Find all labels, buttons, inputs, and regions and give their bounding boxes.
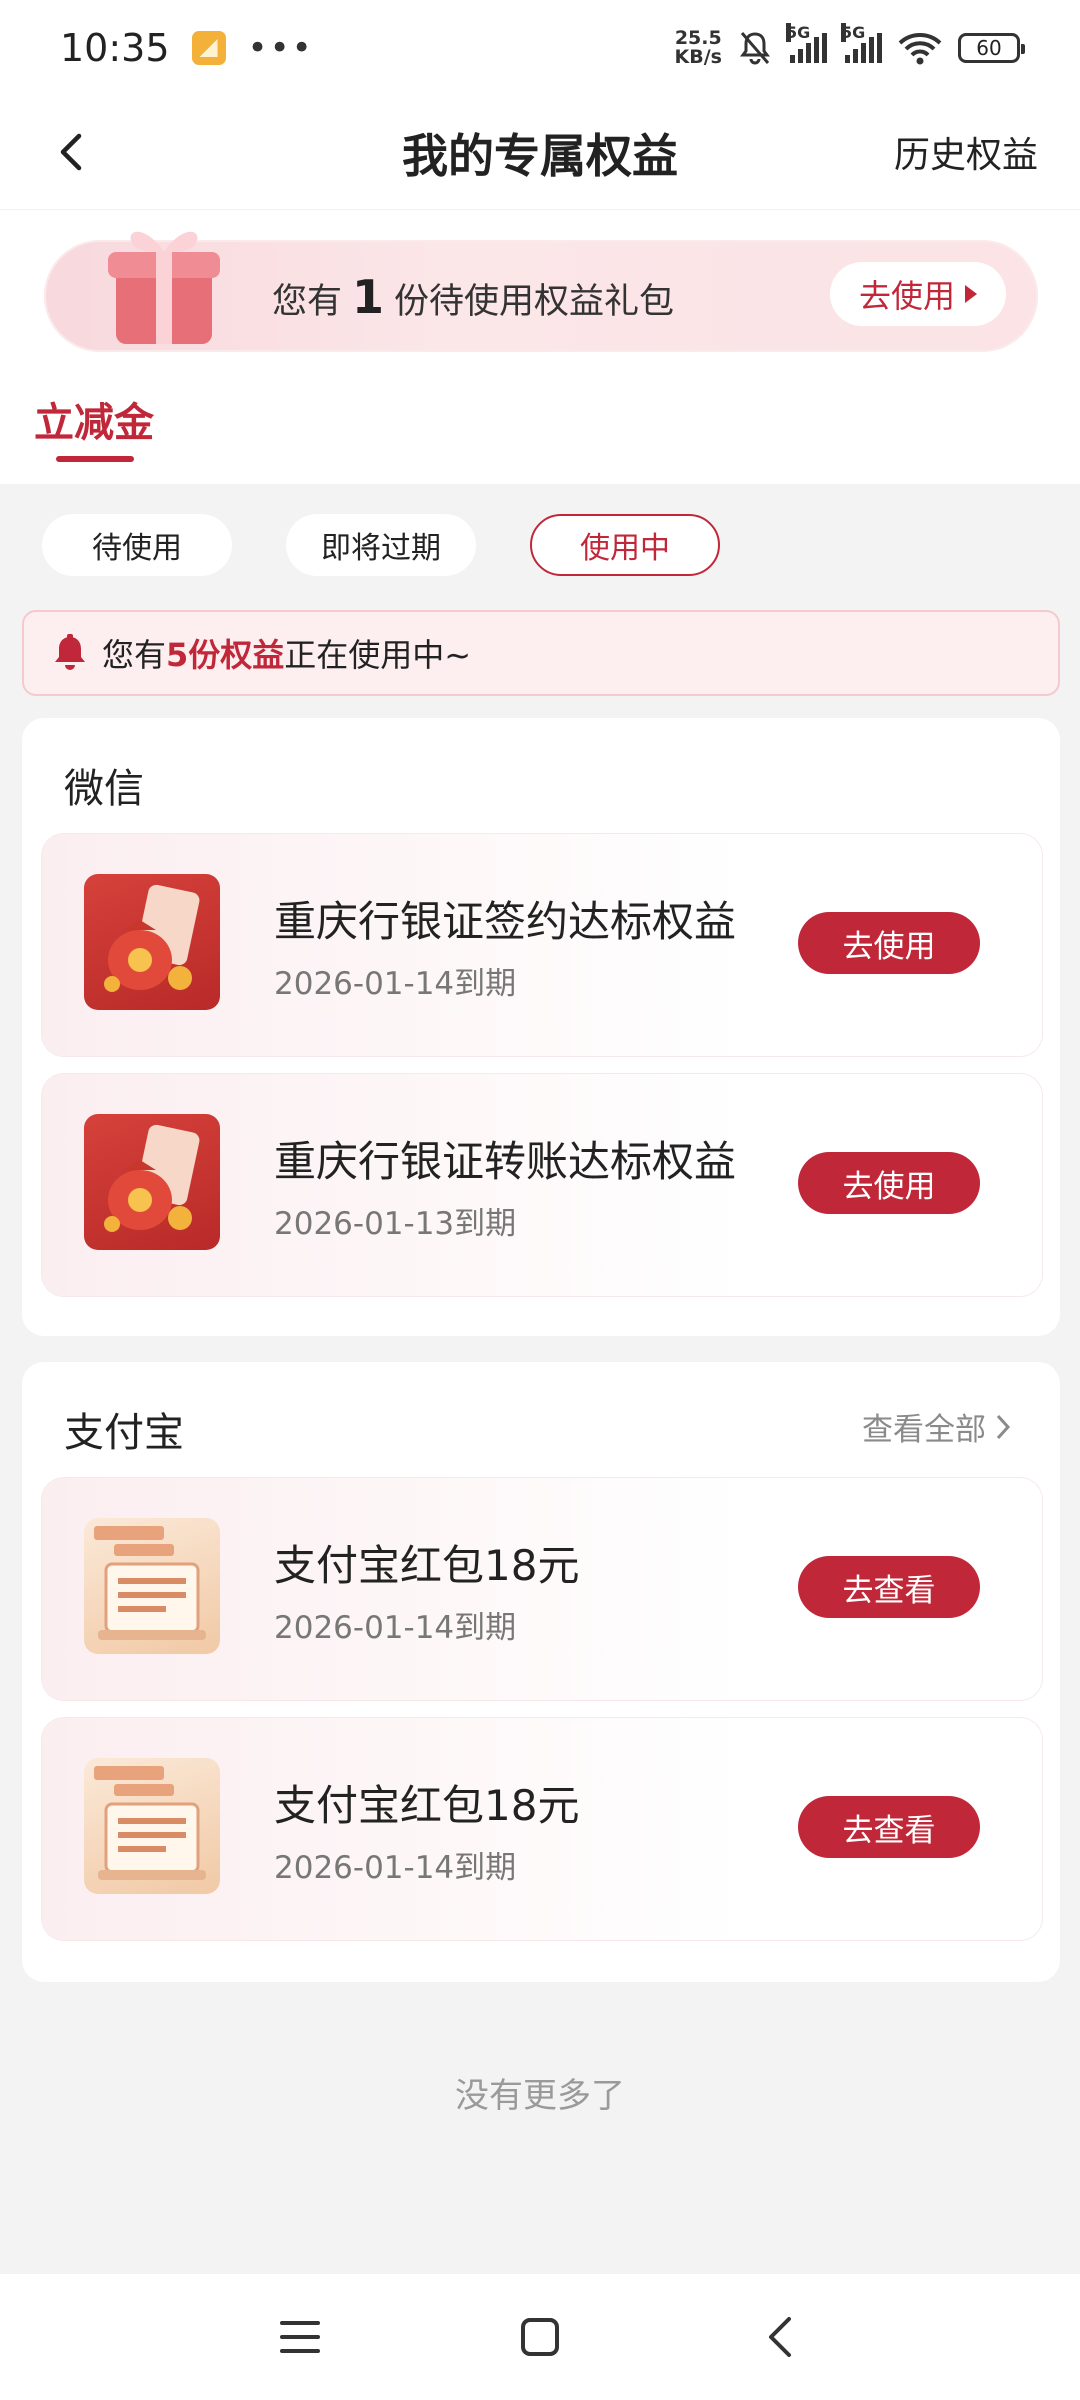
battery-icon: 60	[958, 33, 1025, 63]
benefit-thumbnail	[84, 1518, 220, 1654]
network-speed: 25.5 KB/s	[675, 29, 722, 67]
filter-pending[interactable]: 待使用	[42, 514, 232, 576]
benefit-expiry: 2026-01-14到期	[274, 1610, 517, 1646]
signal-network-label: 5G	[841, 23, 866, 42]
signal-strength-icon: 5G	[786, 23, 827, 63]
alipay-section: 支付宝 查看全部 支付宝红包18元 2026-01-14到期 去查看 支付宝红包…	[22, 1362, 1060, 1982]
page-title: 我的专属权益	[402, 128, 678, 183]
view-all-label: 查看全部	[862, 1412, 986, 1448]
money-bag-icon	[104, 884, 200, 992]
benefit-title: 重庆行银证转账达标权益	[274, 1137, 737, 1186]
view-all-link[interactable]: 查看全部	[862, 1404, 1012, 1449]
chevron-right-icon	[996, 1414, 1011, 1439]
mute-bell-icon	[740, 32, 770, 65]
gift-pack-count: 1	[352, 270, 385, 324]
notification-app-icon	[191, 31, 226, 65]
filter-in-use[interactable]: 使用中	[530, 514, 720, 576]
notice-prefix: 您有	[102, 636, 167, 674]
history-benefits-link[interactable]: 历史权益	[894, 126, 1038, 178]
section-title: 微信	[64, 766, 144, 812]
gift-pack-banner[interactable]: 您有 1 份待使用权益礼包 去使用	[44, 231, 1038, 352]
status-filter-chips: 待使用 即将过期 使用中	[42, 514, 720, 576]
system-nav-bar	[0, 2274, 1080, 2400]
filter-expiring[interactable]: 即将过期	[286, 514, 476, 576]
view-button[interactable]: 去查看	[798, 1556, 980, 1618]
signal-network-label: 5G	[786, 23, 811, 42]
benefit-title: 支付宝红包18元	[274, 1781, 580, 1830]
benefit-expiry: 2026-01-14到期	[274, 966, 517, 1002]
gift-pack-text: 您有 1 份待使用权益礼包	[272, 270, 674, 324]
use-button[interactable]: 去使用	[798, 1152, 980, 1214]
end-of-list-text: 没有更多了	[455, 2076, 625, 2116]
benefit-card[interactable]: 支付宝红包18元 2026-01-14到期 去查看	[42, 1478, 1042, 1700]
gift-pack-suffix: 份待使用权益礼包	[394, 282, 675, 322]
benefit-title: 重庆行银证签约达标权益	[274, 897, 737, 946]
network-speed-unit: KB/s	[674, 46, 722, 68]
benefit-expiry: 2026-01-14到期	[274, 1850, 517, 1886]
tab-indicator	[56, 456, 134, 462]
benefit-expiry: 2026-01-13到期	[274, 1206, 517, 1242]
home-button[interactable]	[510, 2307, 570, 2367]
coupon-poster-icon	[94, 1526, 206, 1640]
status-time: 10:35	[60, 26, 170, 70]
menu-button[interactable]	[270, 2307, 330, 2367]
benefit-thumbnail	[84, 1758, 220, 1894]
chevron-left-icon	[60, 133, 82, 171]
benefit-title: 支付宝红包18元	[274, 1541, 580, 1590]
page-header: 我的专属权益 历史权益	[0, 96, 1080, 210]
benefit-thumbnail	[84, 1114, 220, 1250]
gift-pack-use-button[interactable]: 去使用	[830, 262, 1006, 326]
bell-icon	[55, 634, 85, 670]
triangle-right-icon	[965, 285, 977, 303]
benefit-card[interactable]: 重庆行银证签约达标权益 2026-01-14到期 去使用	[42, 834, 1042, 1056]
gift-box-icon	[108, 231, 220, 344]
gift-pack-use-label: 去使用	[858, 277, 955, 315]
coupon-poster-icon	[94, 1766, 206, 1880]
tab-instant-discount[interactable]: 立减金	[34, 390, 154, 448]
view-button[interactable]: 去查看	[798, 1796, 980, 1858]
more-notifications-icon: •••	[247, 28, 314, 68]
menu-icon	[280, 2321, 320, 2353]
top-area: 您有 1 份待使用权益礼包 去使用 立减金	[0, 210, 1080, 484]
money-bag-icon	[104, 1124, 200, 1232]
wechat-section: 微信 重庆行银证签约达标权益 2026-01-14到期 去使用 重庆行银证转账达…	[22, 718, 1060, 1336]
wifi-icon	[898, 33, 942, 65]
system-back-button[interactable]	[750, 2307, 810, 2367]
notice-suffix: 正在使用中~	[284, 636, 472, 674]
benefit-card[interactable]: 重庆行银证转账达标权益 2026-01-13到期 去使用	[42, 1074, 1042, 1296]
home-square-icon	[521, 2318, 559, 2356]
gift-pack-prefix: 您有	[272, 282, 343, 322]
battery-level: 60	[976, 36, 1002, 60]
benefit-thumbnail	[84, 874, 220, 1010]
signal-strength-icon: 5G	[841, 23, 882, 63]
benefit-card[interactable]: 支付宝红包18元 2026-01-14到期 去查看	[42, 1718, 1042, 1940]
section-title: 支付宝	[64, 1410, 184, 1456]
status-bar: 10:35 ••• 25.5 KB/s 5G 5G 60	[0, 0, 1080, 96]
back-button[interactable]	[46, 126, 98, 178]
use-button[interactable]: 去使用	[798, 912, 980, 974]
notice-highlight: 5份权益	[166, 636, 285, 674]
notice-bar: 您有 5份权益 正在使用中~	[22, 610, 1060, 696]
back-arrow-icon	[769, 2317, 791, 2357]
